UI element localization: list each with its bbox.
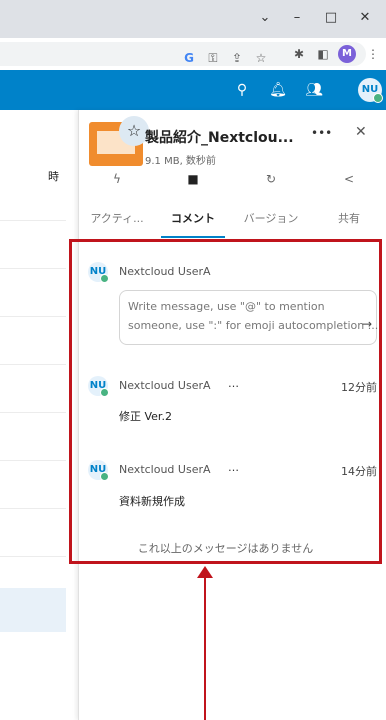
history-icon: ↻ (265, 172, 277, 186)
share-icon: < (343, 172, 355, 186)
list-divider (0, 316, 66, 317)
column-header-modified: 時 (48, 170, 59, 183)
user-menu-avatar[interactable]: NU (358, 78, 383, 103)
extensions-icon[interactable]: ✱ (290, 46, 308, 62)
minimize-button[interactable]: – (284, 6, 310, 30)
tab-label: コメント (171, 212, 215, 225)
contacts-icon[interactable]: 👥︎ (304, 80, 324, 100)
active-tab-indicator (161, 236, 225, 238)
browser-menu-icon[interactable]: ⋮ (364, 46, 382, 62)
bookmark-star-icon[interactable]: ☆ (252, 50, 270, 66)
tab-versions[interactable]: ↻ バージョン (231, 170, 311, 238)
list-divider (0, 364, 66, 365)
list-divider (0, 220, 66, 221)
side-panel-icon[interactable]: ◧ (314, 46, 332, 62)
close-sidebar-icon[interactable]: ✕ (355, 124, 367, 140)
notifications-icon[interactable]: 🔔︎ (268, 80, 288, 100)
tab-comments[interactable]: ■ コメント (155, 170, 231, 238)
tab-sharing[interactable]: < 共有 (311, 170, 386, 238)
file-meta: 9.1 MB, 数秒前 (145, 156, 216, 167)
close-window-button[interactable]: ✕ (352, 6, 378, 30)
file-list: 時 (0, 110, 66, 720)
more-actions-icon[interactable]: ••• (311, 126, 332, 140)
tab-activity[interactable]: ϟ アクティ... (79, 170, 155, 238)
share-page-icon[interactable]: ⇪ (228, 50, 246, 66)
profile-avatar[interactable]: M (338, 45, 356, 63)
search-icon[interactable]: ⚲ (232, 80, 252, 100)
tab-label: アクティ... (90, 212, 144, 225)
file-name: 製品紹介_Nextclou... (145, 130, 294, 146)
list-divider (0, 556, 66, 557)
activity-icon: ϟ (113, 172, 121, 186)
tab-label: 共有 (338, 212, 360, 225)
sidebar-tabs: ϟ アクティ... ■ コメント ↻ バージョン < 共有 (79, 170, 386, 238)
list-divider (0, 412, 66, 413)
comment-icon: ■ (187, 172, 199, 186)
app-header: ⚲ 🔔︎ 👥︎ NU (0, 70, 386, 110)
online-status-icon (373, 93, 383, 103)
list-divider (0, 268, 66, 269)
list-divider (0, 460, 66, 461)
maximize-button[interactable]: □ (318, 6, 344, 30)
browser-toolbar: G ⚿ ⇪ ☆ ✱ ◧ M ⋮ (0, 38, 386, 71)
key-icon[interactable]: ⚿ (204, 50, 222, 66)
google-icon[interactable]: G (180, 50, 198, 66)
tab-search-dropdown-icon[interactable]: ⌄ (252, 6, 278, 30)
browser-titlebar: ⌄ – □ ✕ (0, 0, 386, 38)
list-divider (0, 508, 66, 509)
pointer-arrow-line (204, 576, 206, 720)
highlight-frame (69, 239, 382, 564)
address-bar[interactable]: G ⚿ ⇪ ☆ (0, 42, 366, 66)
selected-file-row[interactable] (0, 588, 66, 632)
tab-label: バージョン (243, 212, 299, 225)
